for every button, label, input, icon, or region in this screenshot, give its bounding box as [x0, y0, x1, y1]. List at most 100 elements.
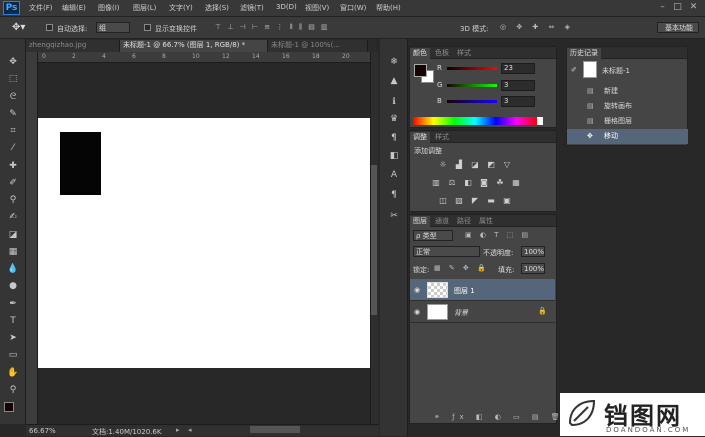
history-item[interactable]: ▤ 新建 [567, 84, 688, 99]
menu-image[interactable]: 图像(I) [98, 3, 120, 13]
history-item-active[interactable]: ✥ 移动 [567, 129, 688, 144]
color-balance-icon[interactable]: ⚖ [446, 177, 458, 188]
path-select-tool-icon[interactable]: ➤ [6, 332, 20, 345]
menu-select[interactable]: 选择(S) [205, 3, 229, 13]
tab-styles-2[interactable]: 样式 [432, 132, 452, 143]
hand-tool-icon[interactable]: ✋ [6, 367, 20, 380]
black-white-icon[interactable]: ◧ [462, 177, 474, 188]
layer-row-1[interactable]: ◉ 图层 1 [410, 279, 555, 301]
status-arrow-icon[interactable]: ▸ [176, 426, 180, 434]
lock-icons[interactable]: ▦ ✎ ✥ 🔒 [434, 264, 489, 272]
zoom-tool-icon[interactable]: ⚲ [6, 384, 20, 397]
minimize-button[interactable]: – [657, 2, 668, 13]
b-slider[interactable] [447, 100, 497, 103]
color-lookup-icon[interactable]: ▦ [510, 177, 522, 188]
menu-view[interactable]: 视图(V) [305, 3, 329, 13]
brush-tool-icon[interactable]: ✐ [6, 177, 20, 190]
auto-select-checkbox[interactable] [46, 24, 53, 31]
pen-tool-icon[interactable]: ✒ [6, 298, 20, 311]
type-tool-icon[interactable]: T [6, 315, 20, 328]
align-icons[interactable]: ⊤ ⊥ ⊣ ⊢ ≡ ⋮ ⫴ ⫼ ▤ ▥ [215, 23, 330, 32]
posterize-icon[interactable]: ▨ [453, 195, 465, 206]
color-spectrum-bar[interactable] [413, 117, 537, 125]
menu-filter[interactable]: 滤镜(T) [240, 3, 264, 13]
auto-select-dropdown[interactable]: 组 [96, 22, 130, 33]
r-value[interactable]: 23 [501, 63, 535, 74]
menu-type[interactable]: 文字(Y) [169, 3, 193, 13]
swatches-icon[interactable]: ◧ [387, 149, 401, 163]
levels-icon[interactable]: ▟ [453, 159, 465, 170]
channel-mixer-icon[interactable]: ☘ [494, 177, 506, 188]
rectangle-tool-icon[interactable]: ▭ [6, 349, 20, 362]
g-slider[interactable] [447, 84, 497, 87]
tab-styles[interactable]: 样式 [454, 48, 474, 59]
hue-saturation-icon[interactable]: ▥ [430, 177, 442, 188]
layer-filter-icons[interactable]: ▣ ◐ T ⬚ ▤ [465, 231, 531, 239]
lasso-tool-icon[interactable]: ᘓ [6, 91, 20, 104]
brush-preset-icon[interactable]: A [387, 168, 401, 182]
tab-history[interactable]: 历史记录 [567, 48, 601, 59]
marquee-tool-icon[interactable]: ⬚ [6, 73, 20, 86]
tab-document-3[interactable]: 未标题-1 @ 100%(... [268, 40, 368, 52]
blend-mode-dropdown[interactable]: 正常 [413, 246, 480, 257]
brush-source-icon[interactable]: ✐ [571, 66, 577, 74]
menu-3d[interactable]: 3D(D) [276, 3, 297, 11]
brightness-icon[interactable]: ☼ [437, 159, 449, 170]
eye-icon[interactable]: ◉ [414, 286, 420, 294]
white-swatch[interactable] [537, 117, 543, 125]
tools-preset-icon[interactable]: ✂ [387, 209, 401, 223]
layer-actions-icons[interactable]: ⚭ ƒx ◧ ◐ ▭ ▤ 🗑 [434, 413, 565, 421]
zoom-level[interactable]: 66.67% [29, 427, 56, 435]
history-brush-tool-icon[interactable]: ✍ [6, 211, 20, 224]
gradient-tool-icon[interactable]: ▦ [6, 246, 20, 259]
tab-properties[interactable]: 属性 [476, 216, 496, 227]
menu-file[interactable]: 文件(F) [29, 3, 53, 13]
healing-brush-tool-icon[interactable]: ✚ [6, 160, 20, 173]
b-value[interactable]: 3 [501, 96, 535, 107]
dodge-tool-icon[interactable]: ● [6, 280, 20, 293]
layer-name[interactable]: 图层 1 [454, 286, 475, 296]
tab-document-1[interactable]: zhengqizhao.jpg [26, 40, 120, 52]
tab-adjustments[interactable]: 调整 [410, 132, 430, 143]
tab-color[interactable]: 颜色 [410, 48, 430, 59]
tab-swatches[interactable]: 色板 [432, 48, 452, 59]
move-tool-icon[interactable]: ✥▾ [12, 22, 25, 33]
histogram-icon[interactable]: ▲ [387, 74, 401, 88]
curves-icon[interactable]: ◪ [469, 159, 481, 170]
tab-document-2[interactable]: 未标题-1 @ 66.7% (图层 1, RGB/8) * [120, 40, 268, 52]
show-transform-checkbox[interactable] [144, 24, 151, 31]
fill-input[interactable]: 100% [521, 263, 545, 274]
history-item[interactable]: ▤ 栅格图层 [567, 114, 688, 129]
crop-tool-icon[interactable]: ⌗ [6, 125, 20, 138]
invert-icon[interactable]: ◫ [437, 195, 449, 206]
foreground-color-chip[interactable] [414, 64, 427, 77]
eraser-tool-icon[interactable]: ◪ [6, 229, 20, 242]
layer-content-rectangle[interactable] [60, 132, 101, 195]
blur-tool-icon[interactable]: 💧 [6, 263, 20, 276]
exposure-icon[interactable]: ◩ [485, 159, 497, 170]
vibrance-icon[interactable]: ▽ [501, 159, 513, 170]
selective-color-icon[interactable]: ▣ [501, 195, 513, 206]
foreground-color-swatch[interactable] [4, 402, 14, 412]
layer-filter-dropdown[interactable]: ρ 类型 [413, 230, 453, 241]
r-slider[interactable] [447, 67, 497, 70]
paragraph-style-icon[interactable]: ¶ [387, 188, 401, 202]
paragraph-icon[interactable]: ¶ [387, 131, 401, 145]
maximize-button[interactable]: □ [672, 2, 683, 13]
snapshot-name[interactable]: 未标题-1 [602, 66, 630, 76]
move-tool-icon[interactable]: ✥ [6, 56, 20, 69]
menu-layer[interactable]: 图层(L) [133, 3, 156, 13]
tab-channels[interactable]: 通道 [432, 216, 452, 227]
info-icon[interactable]: ℹ [387, 95, 401, 109]
vertical-scroll-thumb[interactable] [371, 165, 377, 315]
3d-icon[interactable]: ❄ [387, 55, 401, 69]
workspace-button[interactable]: 基本功能 [657, 22, 699, 33]
scroll-left-icon[interactable]: ◂ [188, 426, 192, 434]
g-value[interactable]: 3 [501, 80, 535, 91]
layer-name[interactable]: 背景 [454, 308, 468, 318]
horizontal-scroll-thumb[interactable] [250, 426, 300, 433]
layer-row-2[interactable]: ◉ 背景 🔒 [410, 301, 555, 323]
eyedropper-tool-icon[interactable]: ⁄ [6, 142, 20, 155]
tab-paths[interactable]: 路径 [454, 216, 474, 227]
character-icon[interactable]: ♛ [387, 112, 401, 126]
